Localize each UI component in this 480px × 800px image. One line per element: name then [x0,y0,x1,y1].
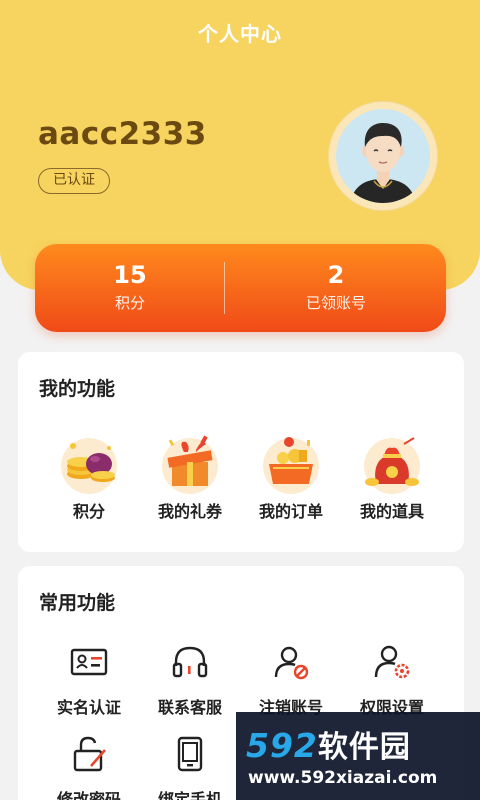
feature-real-name[interactable]: 实名认证 [39,642,139,718]
feature-props[interactable]: 我的道具 [342,426,442,522]
avatar-icon [336,109,430,203]
verified-badge: 已认证 [38,168,110,194]
profile-page: 个人中心 aacc2333 已认证 15 积分 2 已领账号 我的功能 积分 我… [0,0,480,800]
claimed-accounts-value: 2 [327,261,345,289]
feature-coupons-label: 我的礼券 [157,502,222,521]
headset-icon [172,646,208,678]
feature-change-password-label: 修改密码 [56,790,121,800]
gift-box-icon [162,435,218,494]
feature-orders[interactable]: 我的订单 [241,426,341,522]
lock-edit-icon [73,736,106,772]
points-stat[interactable]: 15 积分 [35,260,225,313]
claimed-accounts-label: 已领账号 [305,294,366,312]
points-value: 15 [113,261,147,289]
phone-icon [177,736,203,772]
feature-contact-service-label: 联系客服 [157,698,222,717]
user-settings-icon [374,645,410,679]
watermark-logo-number: 592 [246,726,318,765]
username: aacc2333 [38,116,207,152]
feature-cancel-account[interactable]: 注销账号 [241,642,341,718]
feature-points-label: 积分 [72,502,105,521]
feature-bind-phone-label: 绑定手机 [157,790,222,800]
watermark-logo-text: 软件园 [317,730,411,765]
feature-props-label: 我的道具 [359,502,424,521]
feature-change-password[interactable]: 修改密码 [39,734,139,800]
feature-real-name-label: 实名认证 [56,698,121,717]
avatar[interactable] [329,102,437,210]
stats-card: 15 积分 2 已领账号 [35,244,446,332]
treasure-bag-icon [364,437,420,494]
feature-points[interactable]: 积分 [39,426,139,522]
points-label: 积分 [114,294,145,312]
feature-coupons[interactable]: 我的礼券 [140,426,240,522]
my-features-card: 我的功能 积分 我的礼券 我的订单 我的道具 [18,352,464,552]
feature-bind-phone[interactable]: 绑定手机 [140,734,240,800]
user-cancel-icon [274,646,309,680]
common-features-title: 常用功能 [39,592,116,614]
claimed-accounts-stat[interactable]: 2 已领账号 [241,260,431,313]
stats-divider [224,262,225,314]
watermark-url: www.592xiazai.com [248,768,438,788]
coins-icon [61,438,117,494]
order-cart-icon [263,437,319,494]
feature-permissions[interactable]: 权限设置 [342,642,442,718]
watermark: 592软件园 www.592xiazai.com [236,712,480,800]
id-card-icon [70,648,108,676]
watermark-logo: 592软件园 [246,722,411,766]
feature-orders-label: 我的订单 [258,502,323,521]
my-features-title: 我的功能 [39,378,116,400]
page-title: 个人中心 [198,22,282,46]
feature-contact-service[interactable]: 联系客服 [140,642,240,718]
